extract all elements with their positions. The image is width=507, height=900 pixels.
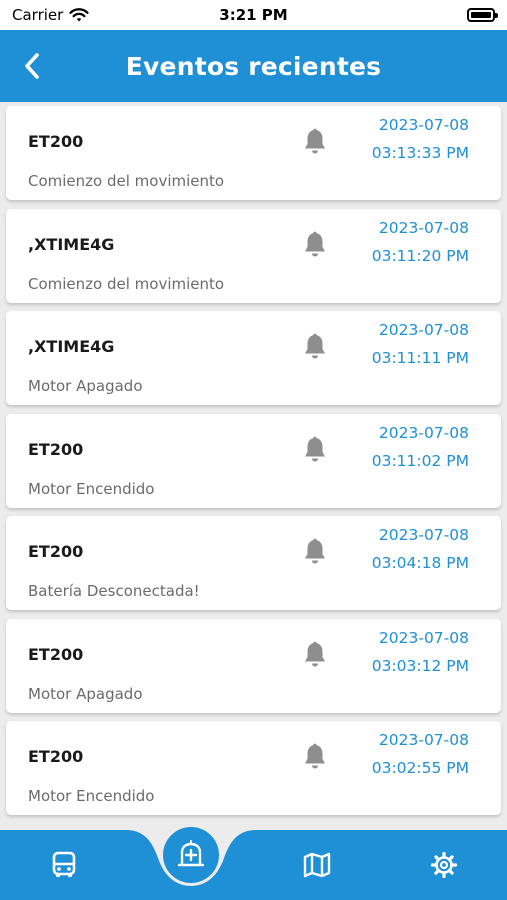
bell-icon: [305, 128, 325, 154]
event-date: 2023-07-08: [378, 423, 469, 442]
nav-vehicles[interactable]: [47, 848, 81, 882]
back-button[interactable]: [18, 50, 46, 82]
battery-icon: [467, 8, 498, 22]
event-date: 2023-07-08: [378, 628, 469, 647]
event-time: 03:04:18 PM: [371, 554, 469, 572]
event-description: Comienzo del movimiento: [28, 274, 225, 293]
event-description: Motor Encendido: [28, 787, 155, 805]
event-time: 03:11:11 PM: [371, 349, 469, 367]
bell-icon: [305, 641, 325, 666]
event-card[interactable]: ,XTIME4G 2023-07-08 03:11:11 PM Motor Ap…: [6, 311, 501, 405]
event-date: 2023-07-08: [378, 321, 469, 339]
bell-icon: [305, 436, 325, 461]
event-card[interactable]: ,XTIME4G 2023-07-08 03:11:20 PM Comienzo…: [6, 208, 501, 303]
event-date: 2023-07-08: [378, 218, 469, 237]
event-device-name: ET200: [28, 644, 84, 664]
gear-icon: [430, 851, 458, 879]
nav-map[interactable]: [300, 848, 334, 882]
bottom-nav: [0, 827, 507, 900]
event-time: 03:13:33 PM: [371, 144, 469, 162]
bell-icon: [305, 333, 325, 359]
event-date: 2023-07-08: [378, 116, 469, 134]
event-date: 2023-07-08: [378, 526, 469, 544]
bell-icon: [305, 231, 325, 256]
event-description: Motor Apagado: [28, 684, 143, 703]
event-device-name: ,XTIME4G: [28, 337, 115, 356]
event-device-name: ET200: [28, 132, 84, 151]
event-device-name: ,XTIME4G: [28, 234, 115, 254]
event-description: Comienzo del movimiento: [28, 172, 225, 190]
status-bar: Carrier 3:21 PM: [0, 0, 507, 30]
event-date: 2023-07-08: [378, 731, 469, 749]
nav-settings[interactable]: [427, 848, 461, 882]
bell-icon: [305, 538, 325, 564]
event-card[interactable]: ET200 2023-07-08 03:11:02 PM Motor Encen…: [6, 413, 501, 508]
nav-events-fab[interactable]: [163, 827, 219, 883]
carrier-label: Carrier: [12, 6, 64, 24]
event-card[interactable]: ET200 2023-07-08 03:13:33 PM Comienzo de…: [6, 106, 501, 200]
event-time: 03:11:02 PM: [371, 451, 469, 470]
app-header: Eventos recientes: [0, 30, 507, 102]
event-card[interactable]: ET200 2023-07-08 03:02:55 PM Motor Encen…: [6, 721, 501, 815]
event-time: 03:02:55 PM: [371, 759, 469, 777]
event-card[interactable]: ET200 2023-07-08 03:03:12 PM Motor Apaga…: [6, 618, 501, 713]
wifi-icon: [69, 7, 89, 21]
event-time: 03:11:20 PM: [371, 246, 469, 265]
event-device-name: ET200: [28, 542, 84, 561]
map-icon: [303, 852, 331, 878]
alert-building-icon: [177, 840, 205, 867]
chevron-left-icon: [25, 53, 39, 79]
status-left: Carrier: [12, 6, 89, 24]
event-description: Motor Apagado: [28, 377, 143, 395]
battery-fill: [471, 12, 491, 18]
bus-icon: [52, 851, 76, 877]
event-description: Motor Encendido: [28, 479, 155, 498]
event-device-name: ET200: [28, 439, 84, 459]
bell-icon: [305, 743, 325, 769]
page-title: Eventos recientes: [125, 51, 382, 81]
event-card[interactable]: ET200 2023-07-08 03:04:18 PM Batería Des…: [6, 516, 501, 610]
event-description: Batería Desconectada!: [28, 582, 200, 600]
event-device-name: ET200: [28, 747, 84, 766]
event-list: ET200 2023-07-08 03:13:33 PM Comienzo de…: [6, 106, 501, 824]
event-time: 03:03:12 PM: [371, 656, 469, 675]
